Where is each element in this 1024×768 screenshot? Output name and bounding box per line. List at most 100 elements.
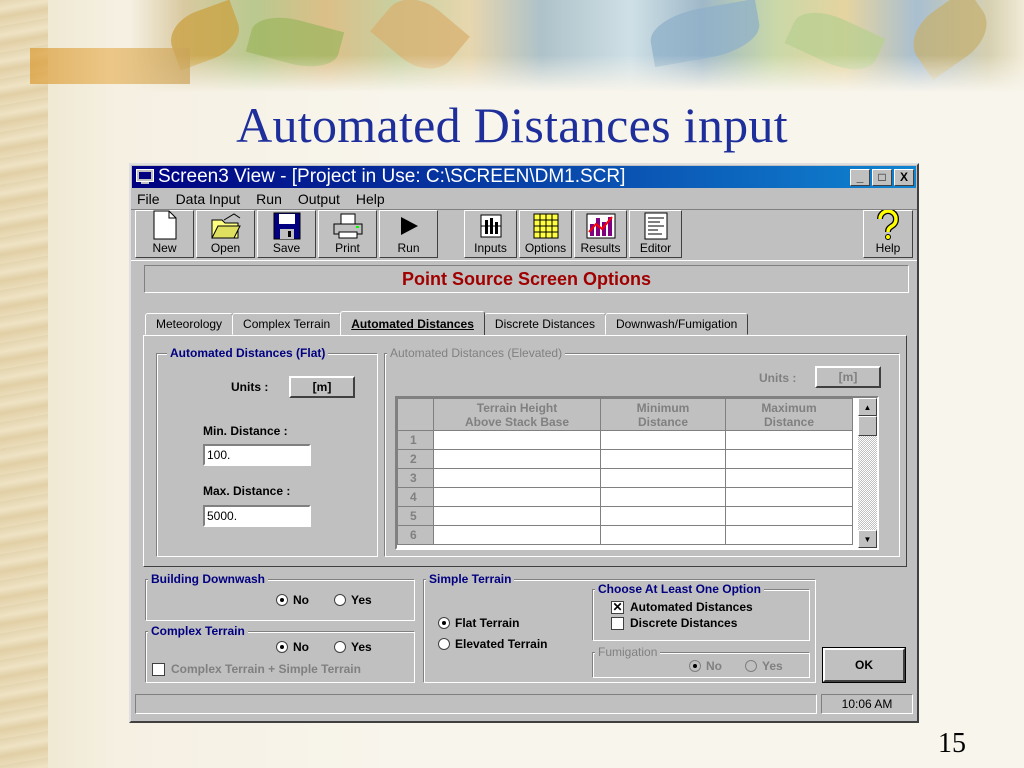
menu-data-input[interactable]: Data Input: [176, 191, 241, 207]
open-button[interactable]: Open: [196, 210, 255, 258]
menu-run[interactable]: Run: [256, 191, 282, 207]
help-button[interactable]: Help: [863, 210, 913, 258]
col-header-minimum-distance: Minimum Distance: [600, 398, 726, 431]
cell[interactable]: [600, 430, 726, 450]
grid-corner: [397, 398, 434, 431]
inputs-button[interactable]: Inputs: [464, 210, 517, 258]
grid-scrollbar[interactable]: ▲ ▼: [858, 398, 877, 548]
close-button[interactable]: X: [894, 168, 914, 186]
ok-button[interactable]: OK: [823, 648, 905, 682]
status-bar: 10:06 AM: [135, 694, 915, 714]
elevated-terrain-radio[interactable]: Elevated Terrain: [438, 637, 547, 651]
min-distance-label: Min. Distance :: [203, 424, 288, 438]
elevated-units-button[interactable]: [m]: [815, 366, 881, 388]
table-row: 4: [397, 487, 853, 507]
discrete-distances-checkbox[interactable]: Discrete Distances: [611, 616, 737, 630]
menu-output[interactable]: Output: [298, 191, 340, 207]
cell[interactable]: [600, 468, 726, 488]
complex-terrain-no[interactable]: No: [276, 640, 309, 654]
slide-header-banner: [130, 0, 1024, 92]
tab-panel: Automated Distances (Flat) Units : [m] M…: [143, 335, 907, 567]
building-downwash-yes[interactable]: Yes: [334, 593, 372, 607]
fumigation-no[interactable]: No: [689, 659, 722, 673]
cell[interactable]: [725, 468, 853, 488]
tab-complex-terrain[interactable]: Complex Terrain: [232, 313, 342, 335]
bar-chart-icon: [586, 213, 615, 238]
menu-help[interactable]: Help: [356, 191, 385, 207]
minimize-button[interactable]: _: [850, 168, 870, 186]
cell[interactable]: [433, 430, 601, 450]
cell[interactable]: [600, 449, 726, 469]
editor-button[interactable]: Editor: [629, 210, 682, 258]
options-button[interactable]: Options: [519, 210, 572, 258]
radio-dot: [438, 638, 450, 650]
choose-option-legend: Choose At Least One Option: [595, 582, 764, 596]
scroll-down-button[interactable]: ▼: [858, 530, 877, 548]
row-header: 3: [397, 468, 434, 488]
cell[interactable]: [725, 430, 853, 450]
col-header-maximum-distance: Maximum Distance: [725, 398, 853, 431]
cell[interactable]: [725, 506, 853, 526]
cell[interactable]: [433, 487, 601, 507]
complex-plus-simple-checkbox[interactable]: Complex Terrain + Simple Terrain: [152, 662, 361, 676]
automated-distances-checkbox[interactable]: ✕ Automated Distances: [611, 600, 753, 614]
fumigation-yes[interactable]: Yes: [745, 659, 783, 673]
results-button[interactable]: Results: [574, 210, 627, 258]
open-label: Open: [210, 241, 241, 255]
slide-number: 15: [938, 728, 966, 759]
cell[interactable]: [600, 487, 726, 507]
tab-label: Downwash/Fumigation: [615, 317, 738, 331]
max-distance-input[interactable]: 5000.: [203, 505, 311, 527]
radio-dot: [438, 617, 450, 629]
tab-automated-distances[interactable]: Automated Distances: [340, 311, 485, 335]
radio-label: No: [706, 659, 722, 673]
complex-terrain-yes[interactable]: Yes: [334, 640, 372, 654]
cell[interactable]: [433, 449, 601, 469]
radio-label: Elevated Terrain: [455, 637, 548, 651]
radio-dot: [745, 660, 757, 672]
checkbox-label: Discrete Distances: [630, 616, 738, 630]
inputs-label: Inputs: [474, 241, 507, 255]
min-distance-input[interactable]: 100.: [203, 444, 311, 466]
cell[interactable]: [600, 525, 726, 545]
col-header-line: Maximum: [761, 400, 817, 415]
radio-dot: [334, 594, 346, 606]
scroll-thumb[interactable]: [858, 416, 877, 436]
menu-file[interactable]: File: [137, 191, 160, 207]
radio-label: No: [293, 640, 309, 654]
checkbox-box: [611, 616, 624, 630]
tab-meteorology[interactable]: Meteorology: [145, 313, 234, 335]
table-row: 2: [397, 449, 853, 469]
building-downwash-no[interactable]: No: [276, 593, 309, 607]
cell[interactable]: [725, 525, 853, 545]
editor-label: Editor: [639, 241, 672, 255]
flat-group: Automated Distances (Flat) Units : [m] M…: [156, 346, 378, 557]
editor-document-icon: [644, 212, 667, 239]
cell[interactable]: [725, 449, 853, 469]
maximize-button[interactable]: □: [872, 168, 892, 186]
cell[interactable]: [433, 525, 601, 545]
flat-terrain-radio[interactable]: Flat Terrain: [438, 616, 519, 630]
cell[interactable]: [433, 468, 601, 488]
window-titlebar[interactable]: Screen3 View - [Project in Use: C:\SCREE…: [132, 166, 916, 188]
flat-units-label: Units :: [231, 380, 269, 394]
checkbox-label: Automated Distances: [630, 600, 753, 614]
save-button[interactable]: Save: [257, 210, 316, 258]
tab-discrete-distances[interactable]: Discrete Distances: [483, 313, 606, 335]
screen-heading: Point Source Screen Options: [144, 265, 909, 293]
cell[interactable]: [725, 487, 853, 507]
menu-bar: File Data Input Run Output Help: [131, 189, 917, 209]
col-header-line: Above Stack Base: [464, 414, 570, 429]
print-button[interactable]: Print: [318, 210, 377, 258]
complex-terrain-group: Complex Terrain No Yes Complex Terrain +…: [145, 624, 415, 683]
radio-label: No: [293, 593, 309, 607]
cell[interactable]: [600, 506, 726, 526]
run-button[interactable]: Run: [379, 210, 438, 258]
scroll-up-button[interactable]: ▲: [858, 398, 877, 416]
flat-units-button[interactable]: [m]: [289, 376, 355, 398]
tab-downwash-fumigation[interactable]: Downwash/Fumigation: [604, 313, 749, 335]
new-button[interactable]: New: [135, 210, 194, 258]
elevated-distances-grid[interactable]: Terrain Height Above Stack Base Minimum Di…: [395, 396, 879, 550]
results-label: Results: [580, 241, 621, 255]
cell[interactable]: [433, 506, 601, 526]
